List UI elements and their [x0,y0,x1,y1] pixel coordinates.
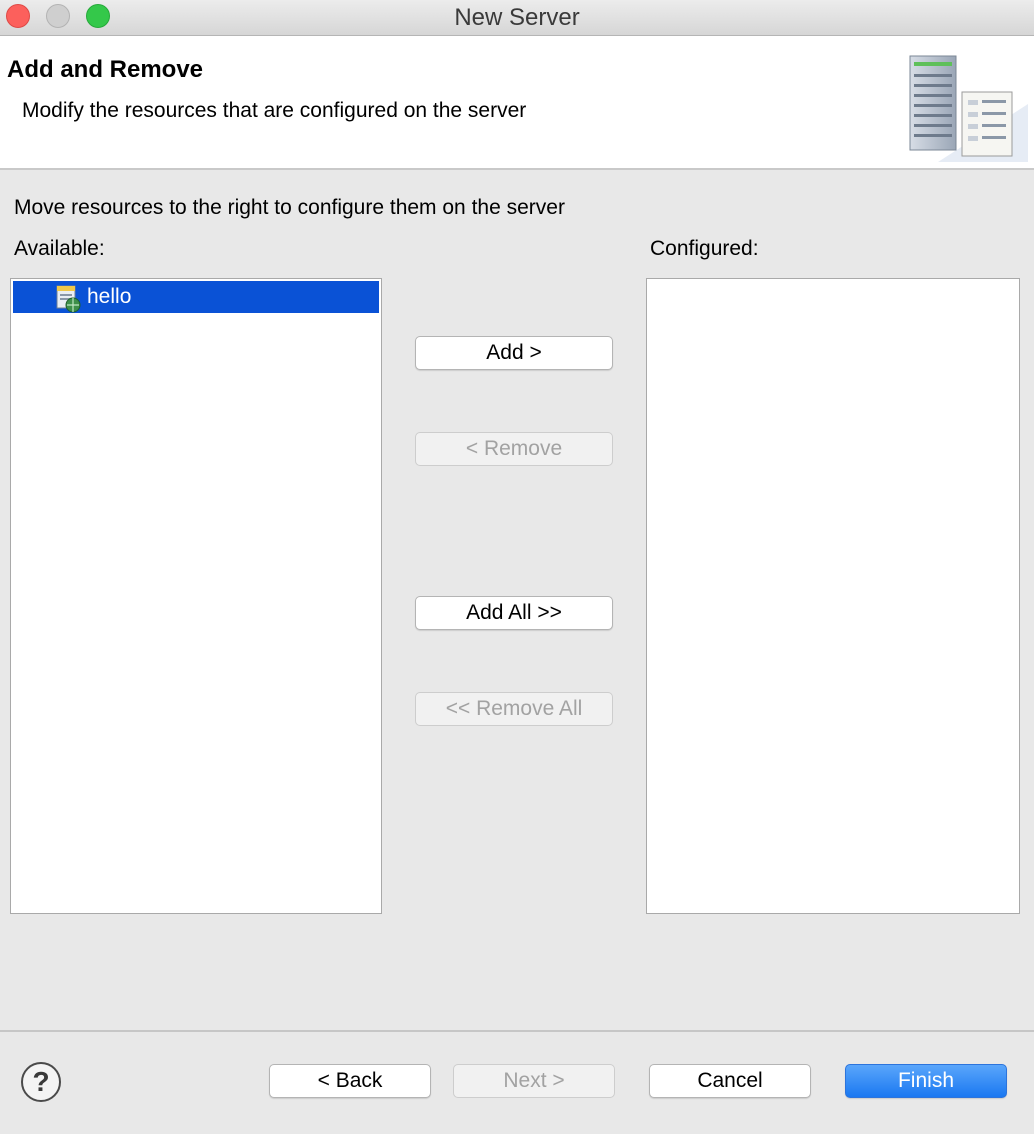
page-title: Add and Remove [7,56,204,83]
finish-button[interactable]: Finish [845,1064,1007,1098]
window-title: New Server [454,4,580,31]
next-button[interactable]: Next > [453,1064,615,1098]
cancel-button[interactable]: Cancel [649,1064,811,1098]
list-item-label: hello [87,285,132,308]
remove-all-button[interactable]: << Remove All [415,692,613,726]
back-button[interactable]: < Back [269,1064,431,1098]
add-button[interactable]: Add > [415,336,613,370]
page-description: Modify the resources that are configured… [22,99,527,122]
footer-divider [0,1030,1034,1032]
web-project-icon [56,285,81,313]
configured-list[interactable] [646,278,1020,914]
instruction-text: Move resources to the right to configure… [14,196,565,219]
title-bar: New Server [0,0,1034,36]
available-label: Available: [14,237,105,260]
list-item-hello[interactable]: hello [13,281,379,313]
add-all-button[interactable]: Add All >> [415,596,613,630]
available-list[interactable]: hello [10,278,382,914]
remove-button[interactable]: < Remove [415,432,613,466]
wizard-header: Add and Remove Modify the resources that… [0,36,1034,170]
server-wizard-icon [909,55,1028,162]
configured-label: Configured: [650,237,759,260]
help-icon[interactable]: ? [21,1062,61,1102]
